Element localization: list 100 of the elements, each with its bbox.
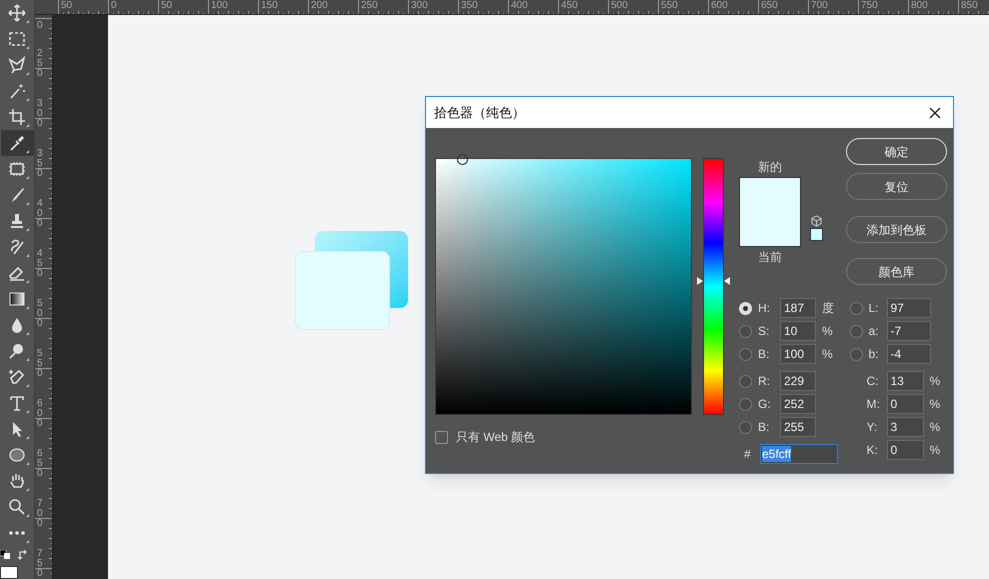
field-label: a: xyxy=(868,323,880,340)
ruler-label: 400 xyxy=(511,0,528,12)
ruler-label: 250 xyxy=(361,0,378,12)
field-label: H: xyxy=(758,300,771,317)
ruler-label: 300 xyxy=(411,0,428,12)
radio-button[interactable] xyxy=(739,348,752,360)
dialog-button[interactable]: 复位 xyxy=(846,173,947,200)
hue-slider[interactable] xyxy=(703,158,724,415)
ruler-label: 650 xyxy=(761,0,778,12)
field-label: K: xyxy=(866,442,879,459)
number-field[interactable]: 252 xyxy=(780,394,816,414)
ruler-label: 350 xyxy=(37,149,44,179)
radio-button[interactable] xyxy=(850,348,862,360)
field-label: b: xyxy=(868,346,880,363)
number-field[interactable]: 0 xyxy=(886,440,924,460)
hand-icon xyxy=(8,472,26,490)
ellipse-icon xyxy=(8,446,26,464)
lasso-icon xyxy=(8,56,26,74)
radio-button[interactable] xyxy=(850,302,862,314)
unit-label: % xyxy=(822,346,833,363)
unit-label: % xyxy=(930,419,940,436)
default-colors-icon[interactable] xyxy=(0,550,10,559)
pen-icon xyxy=(8,368,26,386)
ruler-label: 450 xyxy=(561,0,578,12)
ruler-label: 700 xyxy=(811,0,828,12)
web-safe-swatch[interactable] xyxy=(810,228,822,241)
radio-button[interactable] xyxy=(739,374,752,388)
dialog-button[interactable]: 添加到色板 xyxy=(846,216,947,243)
ruler-label: 500 xyxy=(611,0,628,12)
dialog-button[interactable]: 颜色库 xyxy=(846,258,947,285)
eraser-icon xyxy=(8,264,26,282)
number-field[interactable]: 10 xyxy=(780,321,816,341)
number-field[interactable]: 97 xyxy=(886,298,930,318)
number-field[interactable]: 3 xyxy=(886,417,924,437)
submenu-triangle-icon xyxy=(26,46,28,49)
hue-slider-handle[interactable] xyxy=(697,276,730,286)
zoom-icon xyxy=(8,498,26,516)
radio-button[interactable] xyxy=(739,302,752,314)
rectangle-marquee-icon xyxy=(8,30,26,48)
ruler-label: 50 xyxy=(61,0,72,12)
swap-arrows-icon[interactable] xyxy=(18,550,28,560)
crop-icon xyxy=(8,108,26,126)
window-title: 拾色器（纯色） xyxy=(434,104,525,122)
field-label: B: xyxy=(758,419,770,436)
submenu-triangle-icon xyxy=(26,176,28,179)
field-label: B: xyxy=(758,346,770,363)
ruler-label: 500 xyxy=(37,299,44,329)
new-color-swatch xyxy=(739,177,801,212)
submenu-triangle-icon xyxy=(26,410,28,413)
submenu-triangle-icon xyxy=(26,332,28,335)
field-label: Y: xyxy=(866,419,878,436)
number-field[interactable]: 13 xyxy=(886,371,924,391)
ruler-label: 450 xyxy=(37,249,44,279)
radio-button[interactable] xyxy=(739,398,752,410)
ruler-label: 150 xyxy=(261,0,278,12)
magic-wand-icon xyxy=(8,82,26,100)
field-label: R: xyxy=(758,373,771,390)
stamp-icon xyxy=(8,212,26,230)
color-picker-cursor[interactable] xyxy=(456,154,468,165)
radio-button[interactable] xyxy=(739,420,752,434)
foreground-color-swatch[interactable] xyxy=(0,566,18,579)
ruler-label: 700 xyxy=(37,499,44,529)
ruler-label: 650 xyxy=(37,449,44,479)
submenu-triangle-icon xyxy=(26,228,28,231)
submenu-triangle-icon xyxy=(26,98,28,101)
ruler-label: 250 xyxy=(37,49,44,79)
ruler-label: 0 xyxy=(37,21,44,31)
number-field[interactable]: -4 xyxy=(886,344,930,364)
ruler-label: 600 xyxy=(37,399,44,429)
submenu-triangle-icon xyxy=(26,306,28,309)
current-color-label: 当前 xyxy=(758,249,782,265)
number-field[interactable]: 0 xyxy=(886,394,924,414)
number-field[interactable]: 255 xyxy=(780,417,816,437)
number-field[interactable]: 100 xyxy=(780,344,816,364)
submenu-triangle-icon xyxy=(26,72,28,75)
ruler-label: 50 xyxy=(161,0,172,12)
dialog-button[interactable]: 确定 xyxy=(846,138,947,165)
web-only-checkbox[interactable] xyxy=(435,430,448,444)
cube-icon[interactable] xyxy=(810,215,822,227)
submenu-triangle-icon xyxy=(26,384,28,387)
close-icon xyxy=(929,106,941,118)
field-label: M: xyxy=(866,396,881,413)
tool-button[interactable] xyxy=(0,130,34,156)
current-color-swatch xyxy=(739,212,801,247)
radio-button[interactable] xyxy=(850,324,862,338)
history-brush-icon xyxy=(8,238,26,256)
number-field[interactable]: 229 xyxy=(780,371,816,391)
number-field[interactable]: -7 xyxy=(886,321,930,341)
submenu-triangle-icon xyxy=(26,254,28,257)
ruler-label: 400 xyxy=(37,199,44,229)
unit-label: % xyxy=(822,323,833,340)
submenu-triangle-icon xyxy=(26,540,28,543)
number-field[interactable]: 187 xyxy=(780,298,816,318)
unit-label: 度 xyxy=(822,300,834,317)
unit-label: % xyxy=(930,373,940,390)
radio-button[interactable] xyxy=(739,324,752,338)
submenu-triangle-icon xyxy=(26,462,28,465)
new-color-label: 新的 xyxy=(758,159,782,175)
unit-label: % xyxy=(930,396,940,413)
ruler-label: 850 xyxy=(961,0,978,12)
